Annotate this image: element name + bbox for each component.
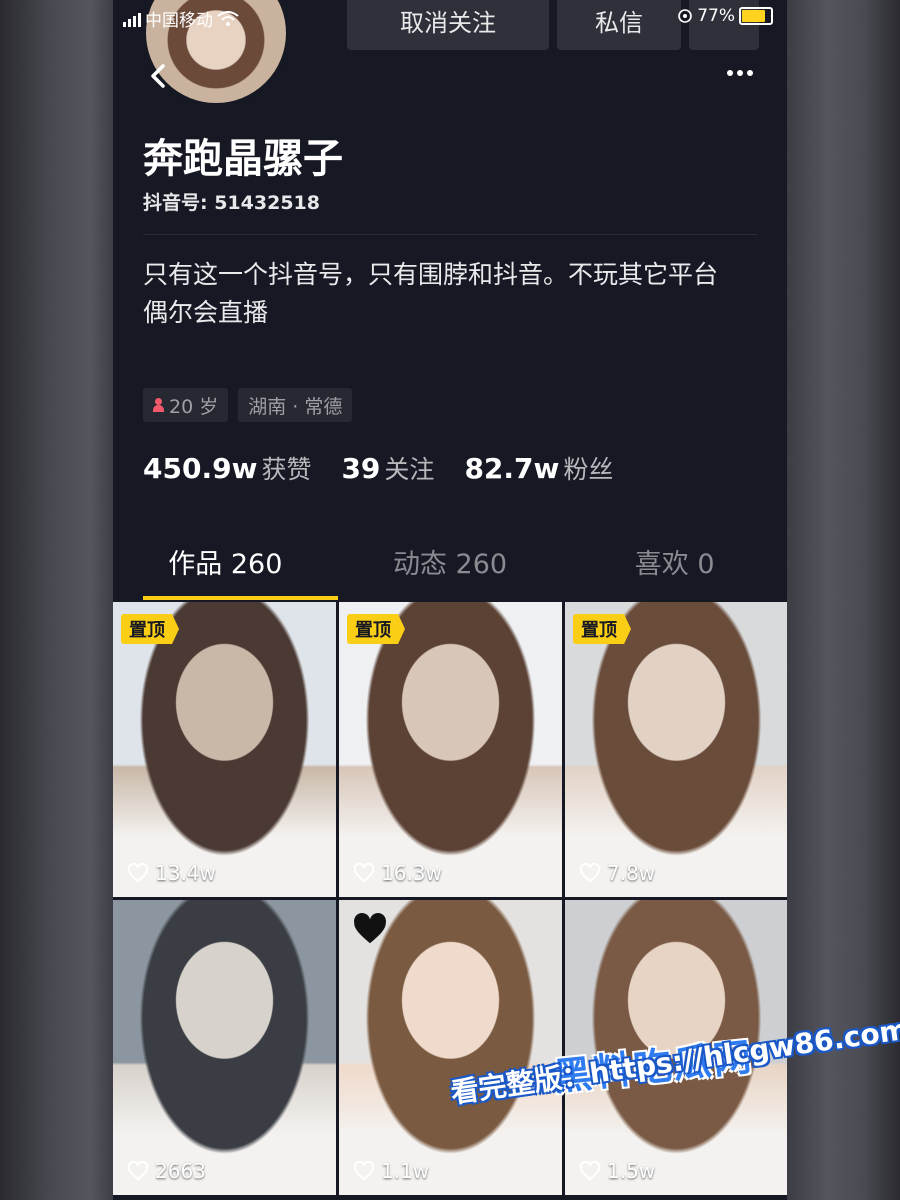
heart-outline-icon (579, 863, 601, 883)
stat-likes: 450.9w 获赞 (143, 452, 312, 485)
profile-stats: 450.9w 获赞 39 关注 82.7w 粉丝 (143, 450, 613, 486)
like-count: 1.1w (353, 1159, 429, 1183)
heart-outline-icon (127, 1161, 149, 1181)
bio: 只有这一个抖音号，只有围脖和抖音。不玩其它平台 偶尔会直播 (143, 256, 757, 332)
pinned-badge: 置顶 (347, 614, 405, 644)
like-count: 13.4w (127, 861, 216, 885)
profile-screen: 取消关注 私信 中国移动 77% 奔跑晶骡子 抖音号: 51432518 只有这… (113, 0, 787, 1200)
video-grid: 置顶 13.4w 置顶 16.3w 置顶 7.8w 2663 1.1w 1.5w (113, 602, 787, 1195)
bio-line: 偶尔会直播 (143, 298, 269, 327)
profile-tags: 20 岁 湖南 · 常德 (143, 388, 353, 422)
heart-outline-icon (353, 1161, 375, 1181)
divider (143, 234, 757, 235)
heart-outline-icon (579, 1161, 601, 1181)
status-bar: 中国移动 77% (123, 6, 777, 32)
black-heart-icon (354, 913, 386, 944)
more-options-icon[interactable] (727, 70, 753, 76)
video-thumbnail[interactable]: 1.1w (339, 900, 562, 1195)
like-count: 7.8w (579, 861, 655, 885)
bio-line: 只有这一个抖音号，只有围脖和抖音。不玩其它平台 (143, 260, 719, 289)
battery-percent: 77% (697, 6, 735, 26)
stat-followers[interactable]: 82.7w 粉丝 (464, 450, 613, 486)
pinned-badge: 置顶 (573, 614, 631, 644)
like-count: 1.5w (579, 1159, 655, 1183)
tab-works[interactable]: 作品 260 (113, 540, 338, 600)
heart-outline-icon (127, 863, 149, 883)
location-tag: 湖南 · 常德 (238, 388, 353, 422)
signal-icon (123, 11, 141, 27)
orientation-lock-icon (678, 9, 693, 23)
pinned-badge: 置顶 (121, 614, 179, 644)
tab-likes[interactable]: 喜欢 0 (562, 540, 787, 600)
female-icon (153, 398, 164, 412)
wifi-icon (217, 10, 239, 26)
video-thumbnail[interactable]: 置顶 16.3w (339, 602, 562, 897)
video-thumbnail[interactable]: 置顶 13.4w (113, 602, 336, 897)
tab-moments[interactable]: 动态 260 (338, 540, 563, 600)
video-thumbnail[interactable]: 置顶 7.8w (565, 602, 787, 897)
age-tag: 20 岁 (143, 388, 229, 422)
video-thumbnail[interactable]: 2663 (113, 900, 336, 1195)
content-tabs: 作品 260 动态 260 喜欢 0 (113, 540, 787, 600)
carrier-label: 中国移动 (145, 11, 213, 31)
back-arrow-icon[interactable] (147, 62, 169, 90)
like-count: 2663 (127, 1159, 206, 1183)
stat-following[interactable]: 39 关注 (341, 450, 434, 486)
profile-name: 奔跑晶骡子 (143, 136, 343, 182)
heart-outline-icon (353, 863, 375, 883)
like-count: 16.3w (353, 861, 442, 885)
battery-icon (739, 7, 773, 25)
douyin-id: 抖音号: 51432518 (143, 192, 320, 214)
